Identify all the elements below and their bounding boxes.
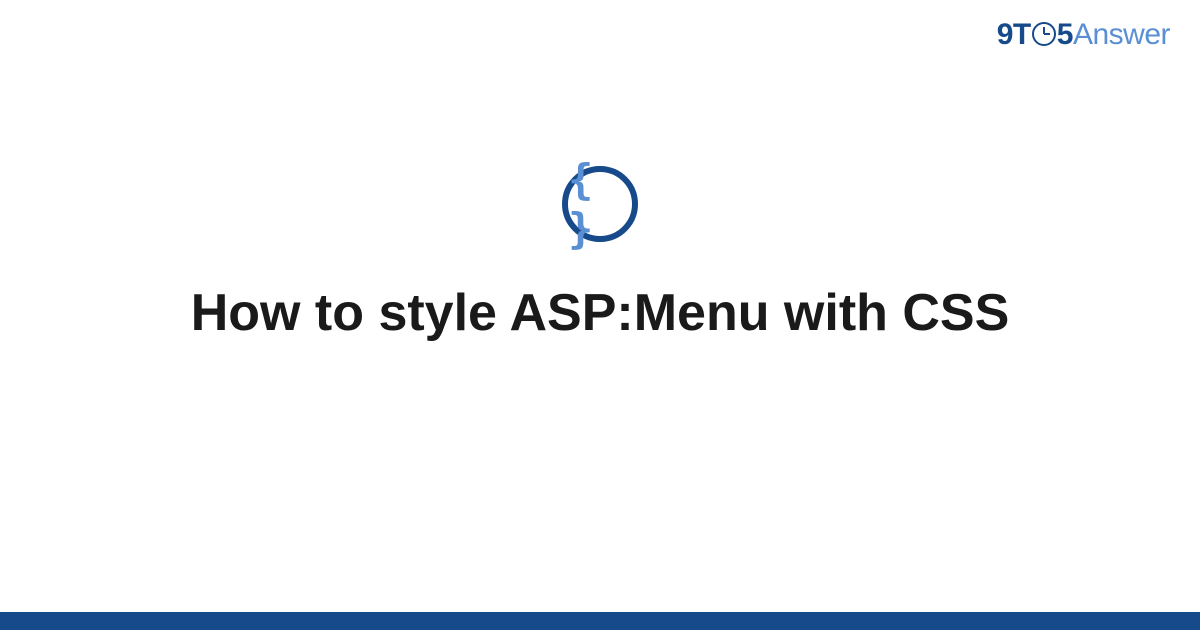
- main-content: { } How to style ASP:Menu with CSS: [0, 0, 1200, 630]
- page-title: How to style ASP:Menu with CSS: [131, 282, 1070, 344]
- code-braces-icon: { }: [568, 155, 632, 253]
- category-badge: { }: [562, 166, 638, 242]
- footer-bar: [0, 612, 1200, 630]
